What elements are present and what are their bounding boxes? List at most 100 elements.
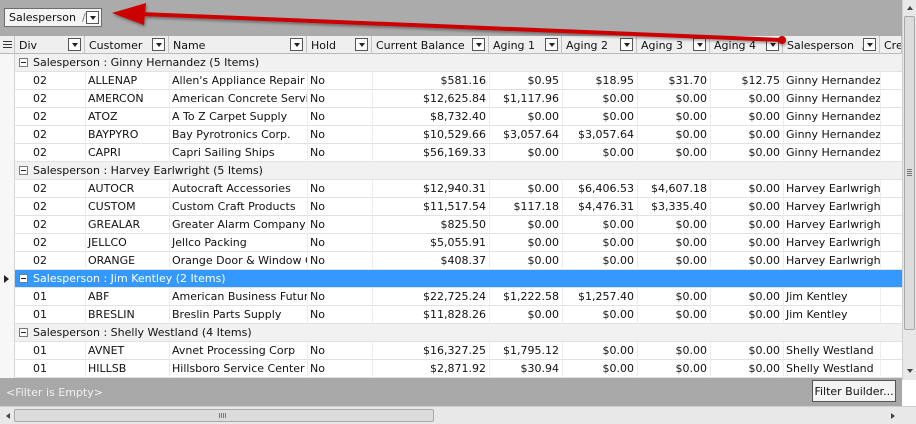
- collapse-icon[interactable]: [19, 58, 28, 67]
- column-header-salesperson[interactable]: Salesperson/: [783, 36, 880, 54]
- cell-salesperson[interactable]: Ginny Hernandez: [783, 72, 880, 90]
- cell-aging3[interactable]: $0.00: [637, 126, 710, 144]
- cell-name[interactable]: American Business Futures: [169, 288, 307, 306]
- table-row[interactable]: 02 AUTOCR Autocraft Accessories No $12,940.3…: [0, 180, 902, 198]
- cell-aging2[interactable]: $0.00: [562, 144, 637, 162]
- cell-div[interactable]: 02: [30, 144, 85, 162]
- column-header-customer[interactable]: Customer: [85, 36, 169, 54]
- cell-customer[interactable]: BAYPYRO: [85, 126, 169, 144]
- cell-balance[interactable]: $825.50: [372, 216, 489, 234]
- cell-name[interactable]: Greater Alarm Company: [169, 216, 307, 234]
- table-row[interactable]: 02 JELLCO Jellco Packing No $5,055.91 $0.00 $0…: [0, 234, 902, 252]
- cell-aging4[interactable]: $0.00: [710, 342, 783, 360]
- cell-aging4[interactable]: $0.00: [710, 90, 783, 108]
- table-row[interactable]: 02ORANGEOrange Door & Window Co.No$408.3…: [0, 252, 902, 270]
- cell-div[interactable]: 02: [30, 180, 85, 198]
- cell-salesperson[interactable]: Harvey Earlwright: [783, 252, 880, 270]
- cell-aging3[interactable]: $0.00: [637, 144, 710, 162]
- table-row[interactable]: 01 BRESLIN Breslin Parts Supply No $11,828.2…: [0, 306, 902, 324]
- group-chip-salesperson[interactable]: Salesperson /: [4, 8, 102, 27]
- filter-dropdown-icon[interactable]: [766, 38, 779, 51]
- cell-aging1[interactable]: $1,795.12: [489, 342, 562, 360]
- cell-aging4[interactable]: $0.00: [710, 198, 783, 216]
- scroll-right-icon[interactable]: [886, 409, 900, 423]
- cell-aging4[interactable]: $0.00: [710, 216, 783, 234]
- cell-aging2[interactable]: $3,057.64: [562, 126, 637, 144]
- cell-customer[interactable]: ALLENAP: [85, 72, 169, 90]
- cell-name[interactable]: Jellco Packing: [169, 234, 307, 252]
- cell-aging3[interactable]: $3,335.40: [637, 198, 710, 216]
- cell-aging3[interactable]: $0.00: [637, 216, 710, 234]
- cell-aging2[interactable]: $0.00: [562, 108, 637, 126]
- cell-aging4[interactable]: $0.00: [710, 306, 783, 324]
- filter-dropdown-icon[interactable]: [545, 38, 558, 51]
- cell-aging1[interactable]: $0.00: [489, 108, 562, 126]
- cell-div[interactable]: 02: [30, 234, 85, 252]
- cell-balance[interactable]: $408.37: [372, 252, 489, 270]
- cell-name[interactable]: Orange Door & Window Co.: [169, 252, 307, 270]
- cell-aging2[interactable]: $0.00: [562, 360, 637, 378]
- cell-hold[interactable]: No: [307, 198, 372, 216]
- cell-customer[interactable]: JELLCO: [85, 234, 169, 252]
- filter-builder-button[interactable]: Filter Builder...: [812, 380, 896, 402]
- collapse-icon[interactable]: [19, 328, 28, 337]
- cell-aging4[interactable]: $0.00: [710, 108, 783, 126]
- cell-aging4[interactable]: $0.00: [710, 144, 783, 162]
- cell-div[interactable]: 02: [30, 252, 85, 270]
- column-header-aging1[interactable]: Aging 1: [489, 36, 562, 54]
- cell-balance[interactable]: $12,625.84: [372, 90, 489, 108]
- cell-balance[interactable]: $10,529.66: [372, 126, 489, 144]
- cell-div[interactable]: 01: [30, 306, 85, 324]
- cell-hold[interactable]: No: [307, 306, 372, 324]
- cell-aging3[interactable]: $0.00: [637, 288, 710, 306]
- cell-salesperson[interactable]: Jim Kentley: [783, 306, 880, 324]
- cell-aging3[interactable]: $4,607.18: [637, 180, 710, 198]
- cell-balance[interactable]: $22,725.24: [372, 288, 489, 306]
- cell-aging3[interactable]: $0.00: [637, 306, 710, 324]
- cell-aging1[interactable]: $0.95: [489, 72, 562, 90]
- cell-salesperson[interactable]: Harvey Earlwright: [783, 180, 880, 198]
- cell-customer[interactable]: AMERCON: [85, 90, 169, 108]
- filter-dropdown-icon[interactable]: [693, 38, 706, 51]
- cell-aging4[interactable]: $0.00: [710, 234, 783, 252]
- cell-balance[interactable]: $581.16: [372, 72, 489, 90]
- cell-aging2[interactable]: $0.00: [562, 216, 637, 234]
- cell-aging1[interactable]: $30.94: [489, 360, 562, 378]
- cell-customer[interactable]: HILLSB: [85, 360, 169, 378]
- cell-salesperson[interactable]: Shelly Westland: [783, 342, 880, 360]
- cell-aging2[interactable]: $0.00: [562, 234, 637, 252]
- cell-aging4[interactable]: $0.00: [710, 252, 783, 270]
- filter-dropdown-icon[interactable]: [152, 38, 165, 51]
- cell-aging1[interactable]: $0.00: [489, 180, 562, 198]
- cell-hold[interactable]: No: [307, 144, 372, 162]
- cell-customer[interactable]: BRESLIN: [85, 306, 169, 324]
- cell-name[interactable]: Custom Craft Products: [169, 198, 307, 216]
- cell-aging3[interactable]: $0.00: [637, 252, 710, 270]
- cell-customer[interactable]: AUTOCR: [85, 180, 169, 198]
- cell-aging2[interactable]: $0.00: [562, 342, 637, 360]
- table-row[interactable]: 02 AMERCON American Concrete Service No $12,…: [0, 90, 902, 108]
- cell-hold[interactable]: No: [307, 180, 372, 198]
- cell-div[interactable]: 02: [30, 216, 85, 234]
- cell-customer[interactable]: ATOZ: [85, 108, 169, 126]
- cell-aging2[interactable]: $0.00: [562, 90, 637, 108]
- filter-dropdown-icon[interactable]: [68, 38, 81, 51]
- cell-name[interactable]: Avnet Processing Corp: [169, 342, 307, 360]
- cell-div[interactable]: 02: [30, 108, 85, 126]
- cell-aging2[interactable]: $4,476.31: [562, 198, 637, 216]
- cell-aging3[interactable]: $0.00: [637, 360, 710, 378]
- cell-hold[interactable]: No: [307, 72, 372, 90]
- cell-aging1[interactable]: $0.00: [489, 216, 562, 234]
- table-row[interactable]: 02 CAPRI Capri Sailing Ships No $56,169.33 $0…: [0, 144, 902, 162]
- cell-hold[interactable]: No: [307, 342, 372, 360]
- cell-aging1[interactable]: $0.00: [489, 306, 562, 324]
- table-row[interactable]: 02 CUSTOM Custom Craft Products No $11,517.5…: [0, 198, 902, 216]
- cell-aging4[interactable]: $0.00: [710, 288, 783, 306]
- cell-salesperson[interactable]: Harvey Earlwright: [783, 216, 880, 234]
- collapse-icon[interactable]: [19, 274, 28, 283]
- cell-aging1[interactable]: $3,057.64: [489, 126, 562, 144]
- horizontal-scrollbar[interactable]: [0, 406, 916, 424]
- cell-div[interactable]: 01: [30, 360, 85, 378]
- table-row[interactable]: 02 ATOZ A To Z Carpet Supply No $8,732.40 $0.…: [0, 108, 902, 126]
- cell-salesperson[interactable]: Harvey Earlwright: [783, 234, 880, 252]
